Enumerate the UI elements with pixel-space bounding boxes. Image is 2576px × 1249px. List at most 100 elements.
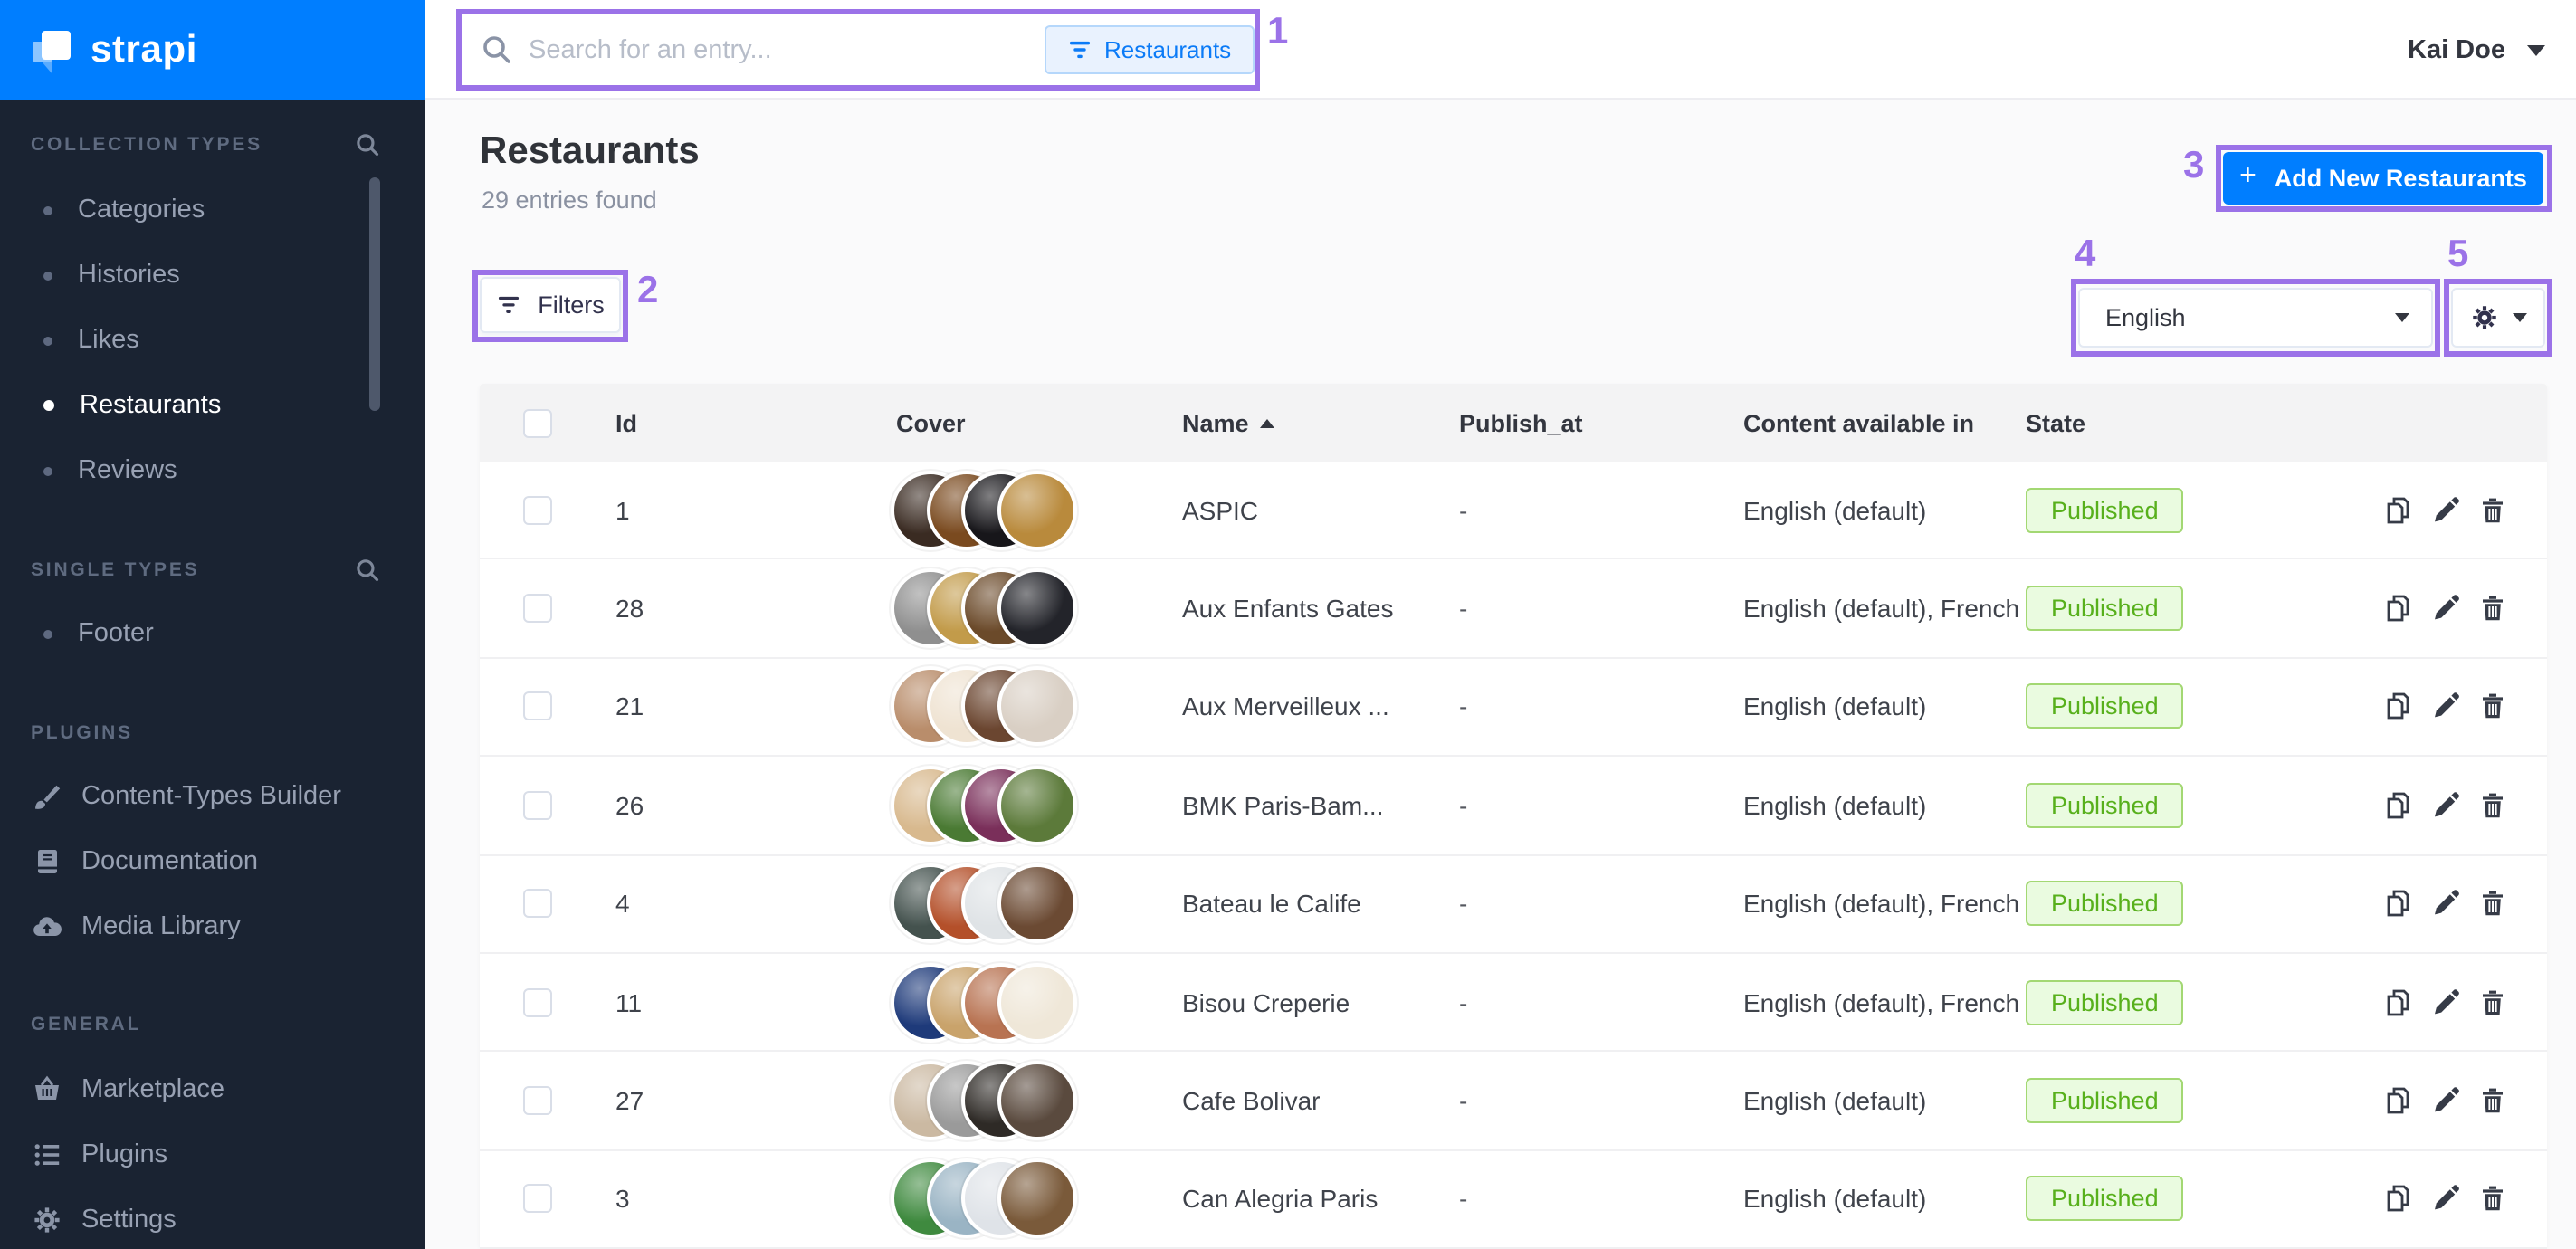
sidebar-item-plugins[interactable]: Plugins [0, 1128, 425, 1182]
row-content-available-in: English (default), French [1743, 890, 2019, 919]
delete-button[interactable] [2478, 1185, 2507, 1214]
row-checkbox[interactable] [523, 987, 552, 1016]
edit-button[interactable] [2431, 791, 2460, 820]
row-publish-at: - [1459, 987, 1467, 1016]
row-actions [2384, 791, 2507, 820]
delete-button[interactable] [2478, 1086, 2507, 1115]
sidebar-item-settings[interactable]: Settings [0, 1193, 425, 1247]
column-header-publish-at[interactable]: Publish_at [1459, 409, 1583, 436]
status-badge: Published [2026, 487, 2184, 532]
row-cover-thumbnails [891, 667, 1083, 747]
sidebar-item-documentation[interactable]: Documentation [0, 834, 425, 889]
status-badge: Published [2026, 979, 2184, 1025]
table-row[interactable]: 3 Can Alegria Paris - English (default) … [480, 1150, 2547, 1249]
sidebar-item-footer[interactable]: Footer [0, 606, 425, 661]
row-content-available-in: English (default) [1743, 1185, 1926, 1214]
row-id: 3 [615, 1185, 630, 1214]
column-header-state[interactable]: State [2026, 409, 2085, 436]
sidebar-item-categories[interactable]: Categories [0, 183, 425, 237]
sidebar-item-likes[interactable]: Likes [0, 313, 425, 367]
edit-button[interactable] [2431, 1086, 2460, 1115]
edit-button[interactable] [2431, 987, 2460, 1016]
column-header-id[interactable]: Id [615, 409, 637, 436]
plus-icon: + [2239, 161, 2256, 194]
duplicate-button[interactable] [2384, 791, 2413, 820]
annotation-number-5: 5 [2447, 234, 2468, 277]
row-publish-at: - [1459, 1086, 1467, 1115]
sidebar-item-reviews[interactable]: Reviews [0, 443, 425, 498]
table-row[interactable]: 4 Bateau le Calife - English (default), … [480, 855, 2547, 954]
table-row[interactable]: 11 Bisou Creperie - English (default), F… [480, 954, 2547, 1053]
row-checkbox[interactable] [523, 890, 552, 919]
locale-select[interactable]: English [2078, 288, 2433, 348]
table-row[interactable]: 28 Aux Enfants Gates - English (default)… [480, 560, 2547, 659]
delete-button[interactable] [2478, 495, 2507, 524]
column-header-name[interactable]: Name [1182, 409, 1274, 436]
sidebar-item-marketplace[interactable]: Marketplace [0, 1063, 425, 1117]
column-header-cover[interactable]: Cover [896, 409, 966, 436]
edit-button[interactable] [2431, 890, 2460, 919]
strapi-logo[interactable]: strapi [0, 0, 425, 100]
collection-types-search-icon[interactable] [355, 132, 380, 157]
section-label-plugins: PLUGINS [31, 722, 133, 744]
entry-search-input[interactable] [529, 25, 1017, 74]
table-header: Id Cover Name Publish_at Content availab… [480, 384, 2547, 462]
duplicate-button[interactable] [2384, 692, 2413, 721]
table-row[interactable]: 21 Aux Merveilleux ... - English (defaul… [480, 659, 2547, 758]
user-menu[interactable]: Kai Doe [2408, 0, 2545, 100]
row-checkbox[interactable] [523, 692, 552, 721]
duplicate-button[interactable] [2384, 890, 2413, 919]
row-checkbox[interactable] [523, 791, 552, 820]
row-id: 11 [615, 987, 642, 1016]
delete-button[interactable] [2478, 791, 2507, 820]
entries-table: Id Cover Name Publish_at Content availab… [480, 384, 2547, 1249]
sidebar-item-restaurants[interactable]: Restaurants [0, 378, 425, 433]
row-cover-thumbnails [891, 864, 1083, 944]
select-all-checkbox[interactable] [523, 408, 552, 437]
funnel-icon [496, 294, 521, 316]
sidebar: strapi COLLECTION TYPES Categories Histo… [0, 0, 425, 1249]
row-content-available-in: English (default) [1743, 1086, 1926, 1115]
search-filter-chip[interactable]: Restaurants [1045, 25, 1255, 74]
status-badge: Published [2026, 684, 2184, 729]
row-checkbox[interactable] [523, 495, 552, 524]
sidebar-scrollbar[interactable] [369, 177, 380, 411]
row-checkbox[interactable] [523, 1185, 552, 1214]
row-actions [2384, 594, 2507, 623]
row-cover-thumbnails [891, 766, 1083, 845]
duplicate-button[interactable] [2384, 987, 2413, 1016]
bullet-icon [43, 205, 52, 215]
duplicate-button[interactable] [2384, 495, 2413, 524]
edit-button[interactable] [2431, 1185, 2460, 1214]
delete-button[interactable] [2478, 692, 2507, 721]
duplicate-button[interactable] [2384, 1185, 2413, 1214]
delete-button[interactable] [2478, 890, 2507, 919]
sidebar-item-content-types-builder[interactable]: Content-Types Builder [0, 769, 425, 824]
delete-button[interactable] [2478, 594, 2507, 623]
cover-photo [997, 766, 1076, 845]
duplicate-button[interactable] [2384, 594, 2413, 623]
duplicate-button[interactable] [2384, 1086, 2413, 1115]
bullet-icon [43, 336, 52, 345]
edit-button[interactable] [2431, 692, 2460, 721]
cover-photo [997, 568, 1076, 648]
section-label-general: GENERAL [31, 1014, 141, 1035]
add-new-restaurants-button[interactable]: + Add New Restaurants [2223, 152, 2543, 205]
sort-ascending-icon [1260, 418, 1274, 427]
edit-button[interactable] [2431, 495, 2460, 524]
table-row[interactable]: 26 BMK Paris-Bam... - English (default) … [480, 757, 2547, 855]
row-checkbox[interactable] [523, 594, 552, 623]
table-row[interactable]: 27 Cafe Bolivar - English (default) Publ… [480, 1053, 2547, 1151]
filters-button[interactable]: Filters [480, 277, 621, 333]
row-checkbox[interactable] [523, 1086, 552, 1115]
sidebar-item-histories[interactable]: Histories [0, 248, 425, 302]
row-id: 28 [615, 594, 644, 623]
display-settings-button[interactable] [2451, 288, 2545, 348]
table-row[interactable]: 1 ASPIC - English (default) Published [480, 462, 2547, 560]
sidebar-item-media-library[interactable]: Media Library [0, 900, 425, 954]
bullet-icon [43, 400, 54, 411]
edit-button[interactable] [2431, 594, 2460, 623]
column-header-content-available-in[interactable]: Content available in [1743, 409, 1974, 436]
single-types-search-icon[interactable] [355, 558, 380, 583]
delete-button[interactable] [2478, 987, 2507, 1016]
